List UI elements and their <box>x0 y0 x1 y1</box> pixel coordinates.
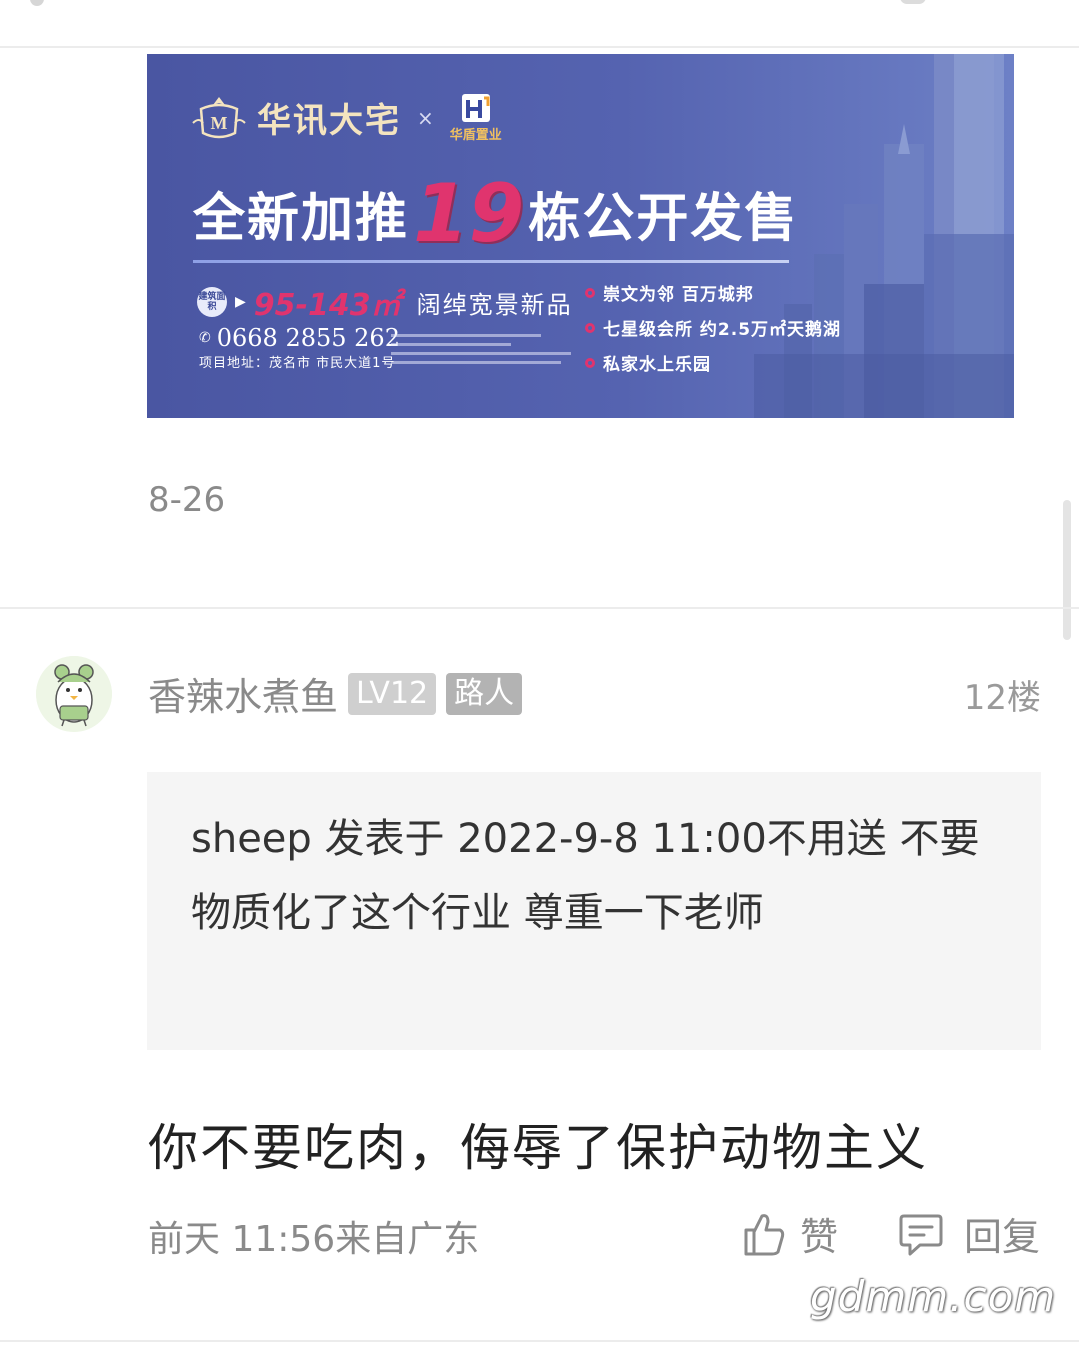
area-value: 95-143㎡ <box>253 288 401 323</box>
area-badge: 建筑面积 <box>197 287 227 317</box>
comment-user-row: 香辣水煮鱼 LV12 路人 <box>148 666 523 721</box>
phone-row: ✆ 0668 2855 262 <box>199 324 400 352</box>
bottom-divider <box>0 1340 1079 1342</box>
crest-logo: M <box>192 96 246 138</box>
ad-banner[interactable]: M 华讯大宅 × 华盾置业 全新加推 19 栋公开发售 建筑面积 ▶ 95-14… <box>147 54 1014 418</box>
ring-bullet-icon <box>585 357 595 368</box>
comment-divider <box>0 607 1079 609</box>
feature-item: 私家水上乐园 <box>585 350 841 375</box>
reply-label: 回复 <box>964 1215 1041 1259</box>
banner-headline: 全新加推 19 栋公开发售 <box>193 174 798 254</box>
like-button[interactable]: 赞 <box>742 1206 838 1261</box>
svg-text:M: M <box>211 113 228 133</box>
partner-name: 华盾置业 <box>449 128 502 143</box>
role-badge: 路人 <box>446 672 523 715</box>
avatar[interactable] <box>36 656 112 732</box>
avatar-fragment <box>30 0 44 6</box>
headline-pre: 全新加推 <box>193 189 410 249</box>
site-watermark: gdmm.com <box>810 1272 1057 1321</box>
ring-bullet-icon <box>585 287 595 298</box>
area-row: 建筑面积 ▶ 95-143㎡ 阔绰宽景新品 <box>197 280 573 324</box>
license-fine-print <box>391 328 587 370</box>
scrollbar[interactable] <box>1063 500 1071 640</box>
reply-button[interactable]: 回复 <box>898 1206 1040 1261</box>
feature-item: 七星级会所 约2.5万㎡天鹅湖 <box>585 315 841 340</box>
brand-times: × <box>417 105 434 130</box>
headline-number: 19 <box>413 167 525 260</box>
area-desc: 阔绰宽景新品 <box>416 290 573 319</box>
top-divider <box>0 46 1079 48</box>
brand-row: M 华讯大宅 × 华盾置业 <box>191 92 502 143</box>
brand-name: 华讯大宅 <box>257 101 401 141</box>
avatar-frog-duck <box>36 656 112 732</box>
headline-post: 栋公开发售 <box>528 189 799 249</box>
feature-item: 崇文为邻 百万城邦 <box>585 280 841 305</box>
comment-text: 你不要吃肉，侮辱了保护动物主义 <box>148 1119 928 1177</box>
thumbs-up-icon <box>744 1213 785 1255</box>
quote-block: sheep 发表于 2022-9-8 11:00不用送 不要物质化了这个行业 尊… <box>147 772 1041 1050</box>
username[interactable]: 香辣水煮鱼 <box>148 666 338 721</box>
phone-number: 0668 2855 262 <box>216 324 400 352</box>
quote-text: sheep 发表于 2022-9-8 11:00不用送 不要物质化了这个行业 尊… <box>191 816 980 936</box>
project-address: 项目地址：茂名市 市民大道1号 <box>199 356 396 371</box>
partner-logo <box>461 94 490 122</box>
previous-post-fragment <box>0 0 1079 46</box>
floor-number: 12楼 <box>963 678 1041 718</box>
like-label: 赞 <box>800 1215 839 1259</box>
icon-fragment <box>900 0 926 4</box>
feature-list: 崇文为邻 百万城邦 七星级会所 约2.5万㎡天鹅湖 私家水上乐园 <box>585 280 841 385</box>
play-arrow-icon: ▶ <box>235 294 246 310</box>
comment-meta: 前天 11:56来自广东 <box>148 1219 480 1260</box>
level-badge: LV12 <box>348 672 437 715</box>
headline-underline <box>193 260 789 263</box>
partner-logo-block: 华盾置业 <box>450 92 502 143</box>
post-date: 8-26 <box>148 480 226 520</box>
comment-icon <box>899 1214 943 1255</box>
phone-icon: ✆ <box>199 330 211 346</box>
ring-bullet-icon <box>585 322 595 333</box>
